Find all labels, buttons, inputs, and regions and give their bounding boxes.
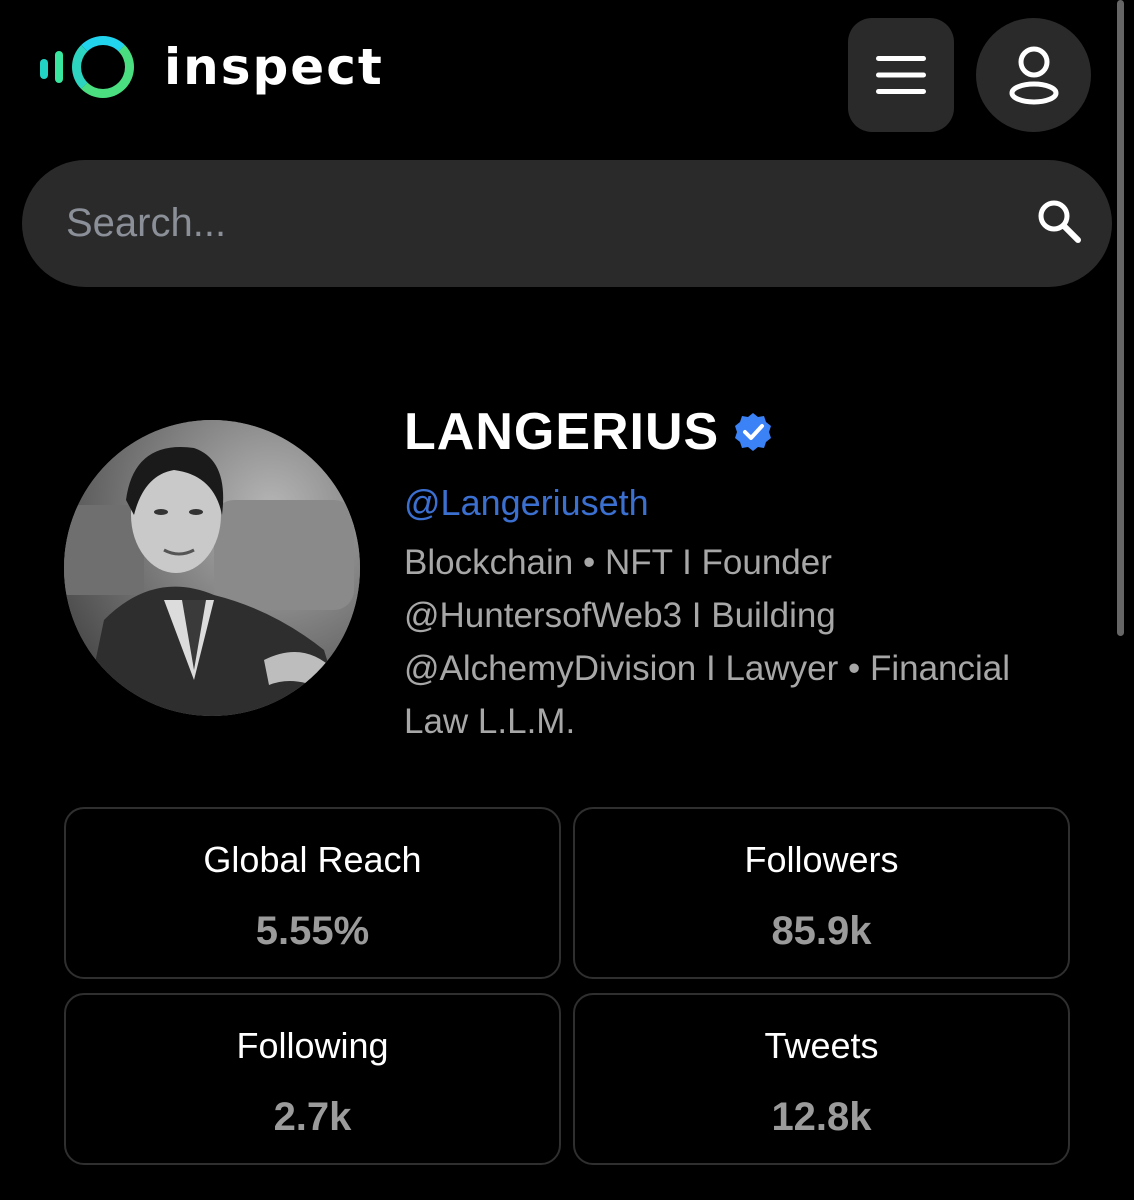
stat-label: Tweets	[764, 1025, 879, 1066]
brand-logo[interactable]: inspect	[40, 36, 384, 98]
account-button[interactable]	[976, 18, 1091, 132]
stat-value: 85.9k	[771, 909, 872, 953]
verified-badge-icon	[735, 413, 772, 451]
stat-label: Following	[236, 1025, 389, 1066]
bio-line: Law L.L.M.	[404, 702, 576, 741]
bio-line: Blockchain • NFT I Founder	[404, 543, 832, 582]
search-bar	[22, 160, 1112, 287]
bio-line: @AlchemyDivision I Lawyer • Financial	[404, 649, 1011, 688]
logo-ring-icon	[72, 36, 134, 98]
bio-line: @HuntersofWeb3 I Building	[404, 596, 836, 635]
hamburger-menu-icon	[876, 56, 926, 94]
profile-handle[interactable]: @Langeriuseth	[404, 482, 649, 524]
logo-bars-icon	[40, 51, 63, 83]
search-icon[interactable]	[1036, 198, 1082, 244]
stat-card-tweets: Tweets 12.8k	[573, 993, 1070, 1165]
search-input[interactable]	[66, 160, 986, 287]
page-scrollbar[interactable]	[1117, 0, 1124, 636]
stat-label: Global Reach	[203, 839, 422, 880]
stat-value: 5.55%	[255, 909, 370, 953]
stat-card-followers: Followers 85.9k	[573, 807, 1070, 979]
profile-bio: Blockchain • NFT I Founder @HuntersofWeb…	[404, 536, 1084, 748]
stat-label: Followers	[744, 839, 899, 880]
user-icon	[1009, 46, 1058, 105]
stat-card-following: Following 2.7k	[64, 993, 561, 1165]
profile-name: LANGERIUS	[404, 403, 720, 461]
profile-name-row: LANGERIUS	[404, 402, 773, 462]
profile-avatar	[64, 420, 360, 716]
stat-card-global-reach: Global Reach 5.55%	[64, 807, 561, 979]
brand-name: inspect	[164, 38, 384, 96]
menu-button[interactable]	[848, 18, 954, 132]
stat-value: 12.8k	[771, 1095, 872, 1139]
stat-value: 2.7k	[273, 1095, 352, 1139]
